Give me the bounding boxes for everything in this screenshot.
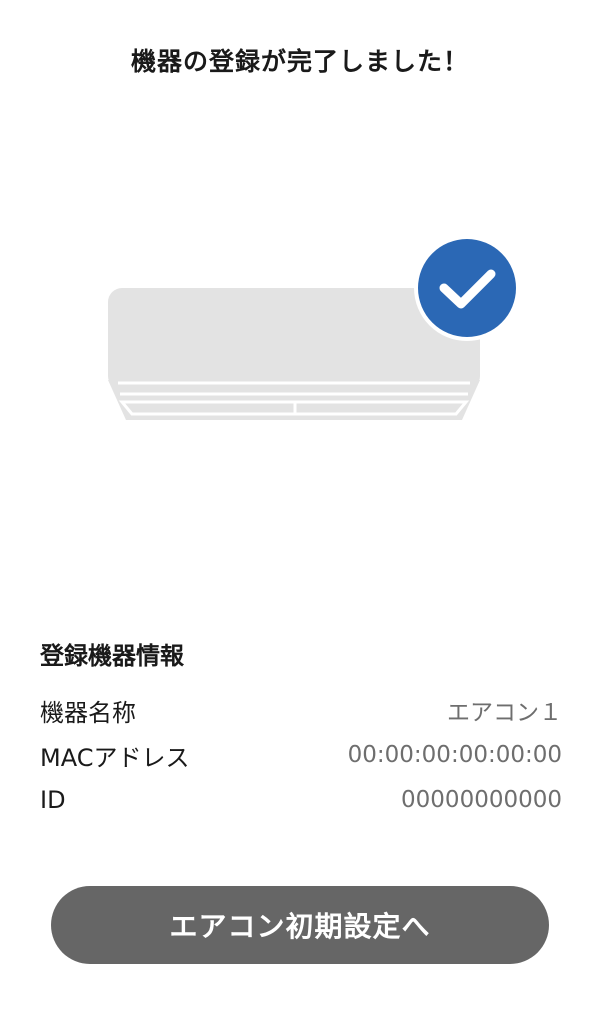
- air-conditioner-icon: [108, 235, 520, 420]
- device-illustration: [100, 230, 530, 430]
- device-name-value: エアコン１: [447, 700, 562, 726]
- id-value: 00000000000: [401, 787, 562, 813]
- id-label: ID: [40, 786, 66, 814]
- registration-complete-screen: 機器の登録が完了しました！ 登録機器情報 機器名称 エアコン１ MACアドレス …: [0, 0, 600, 1032]
- device-name-label: 機器名称: [40, 698, 136, 727]
- mac-address-value: 00:00:00:00:00:00: [347, 742, 562, 768]
- mac-address-label: MACアドレス: [40, 743, 190, 772]
- info-row-id: ID 00000000000: [40, 784, 562, 816]
- info-row-mac-address: MACアドレス 00:00:00:00:00:00: [40, 739, 562, 772]
- section-title: 登録機器情報: [40, 642, 184, 670]
- page-title: 機器の登録が完了しました！: [130, 47, 469, 76]
- info-row-device-name: 機器名称 エアコン１: [40, 694, 562, 727]
- ac-initial-setup-button[interactable]: エアコン初期設定へ: [51, 886, 549, 964]
- check-badge-icon: [414, 235, 520, 341]
- registered-device-info: 登録機器情報 機器名称 エアコン１ MACアドレス 00:00:00:00:00…: [40, 640, 562, 829]
